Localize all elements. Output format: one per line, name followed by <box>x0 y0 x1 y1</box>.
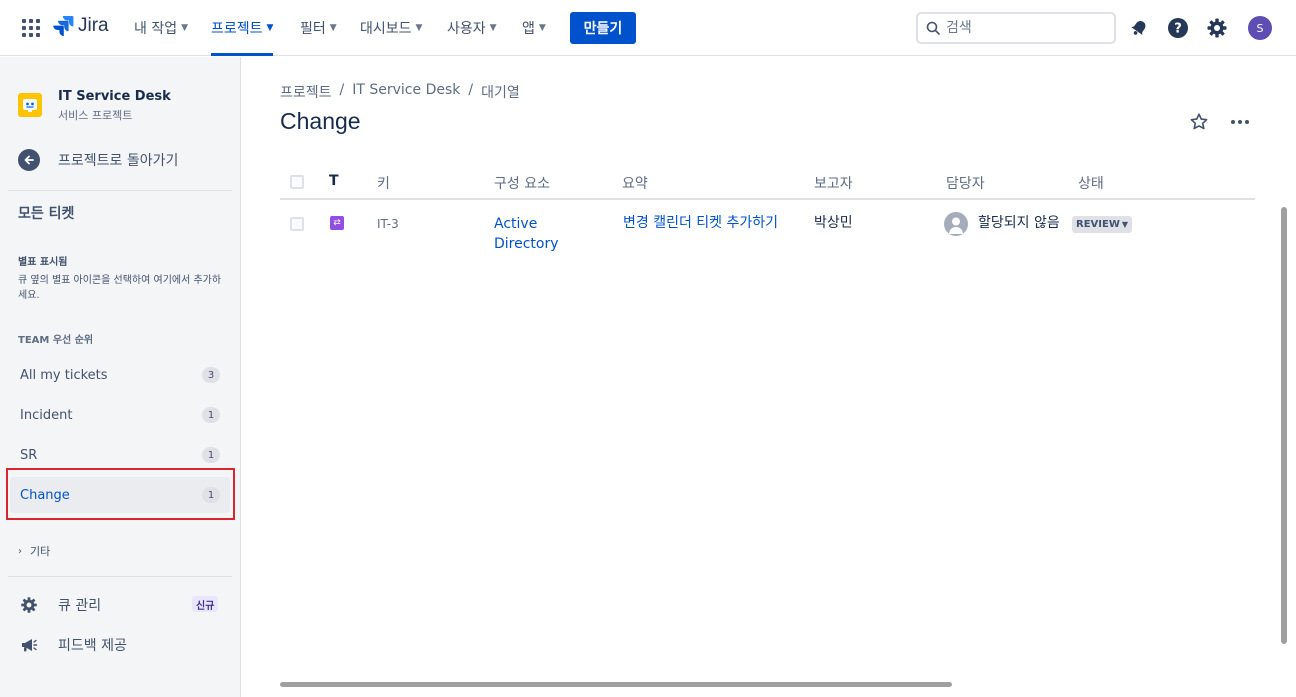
logo-text: Jira <box>78 15 109 36</box>
give-feedback-link[interactable]: 피드백 제공 <box>20 635 127 655</box>
nav-label: 내 작업 <box>134 21 178 37</box>
breadcrumb-project[interactable]: IT Service Desk <box>352 82 460 102</box>
select-all-checkbox[interactable] <box>290 175 304 189</box>
new-badge: 신규 <box>192 596 219 612</box>
project-type: 서비스 프로젝트 <box>58 109 133 122</box>
queue-count-badge: 1 <box>202 407 220 423</box>
all-tickets-link[interactable]: 모든 티켓 <box>18 203 74 223</box>
status-dropdown[interactable]: REVIEW ▼ <box>1072 216 1133 233</box>
breadcrumb-separator: / <box>468 82 474 98</box>
column-header-key[interactable]: 키 <box>377 173 390 193</box>
jira-logo[interactable]: Jira <box>52 15 109 37</box>
gear-icon <box>21 597 37 613</box>
apps-grid-icon[interactable] <box>22 19 40 37</box>
horizontal-scrollbar[interactable] <box>280 682 952 687</box>
nav-apps[interactable]: 앱 ▼ <box>522 0 546 56</box>
issue-component[interactable]: Active Directory <box>494 214 604 254</box>
nav-my-work[interactable]: 내 작업 ▼ <box>134 0 188 56</box>
queue-incident[interactable]: Incident 1 <box>10 397 230 433</box>
settings-gear-icon[interactable] <box>1205 16 1229 40</box>
more-actions-icon[interactable] <box>1228 110 1252 134</box>
column-header-type[interactable]: T <box>329 173 339 189</box>
column-header-reporter[interactable]: 보고자 <box>814 173 853 193</box>
nav-dashboards[interactable]: 대시보드 ▼ <box>360 0 422 56</box>
change-type-icon: ⇄ <box>330 216 344 230</box>
issue-key[interactable]: IT-3 <box>377 214 399 234</box>
manage-queues-label: 큐 관리 <box>58 598 102 614</box>
nav-label: 프로젝트 <box>211 21 263 37</box>
chevron-down-icon: ▼ <box>266 23 274 33</box>
nav-filters[interactable]: 필터 ▼ <box>300 0 337 56</box>
breadcrumb: 프로젝트 / IT Service Desk / 대기열 <box>280 82 520 102</box>
nav-label: 필터 <box>300 21 326 37</box>
queue-label: Incident <box>20 407 73 423</box>
nav-label: 대시보드 <box>360 21 412 37</box>
column-header-summary[interactable]: 요약 <box>622 173 648 193</box>
search-box[interactable] <box>916 12 1116 44</box>
search-input[interactable] <box>946 20 1096 36</box>
nav-projects[interactable]: 프로젝트 ▼ <box>211 0 274 56</box>
manage-queues-link[interactable]: 큐 관리 <box>20 595 101 615</box>
other-section-toggle[interactable]: › 기타 <box>18 543 50 559</box>
breadcrumb-separator: / <box>339 82 345 98</box>
column-header-component[interactable]: 구성 요소 <box>494 173 550 193</box>
star-icon[interactable] <box>1187 110 1211 134</box>
nav-label: 앱 <box>522 21 535 37</box>
user-avatar[interactable]: S <box>1248 16 1272 40</box>
notification-bell-icon[interactable] <box>1127 16 1151 40</box>
unassigned-avatar-icon <box>944 212 968 236</box>
queue-count-badge: 1 <box>202 447 220 463</box>
queue-label: All my tickets <box>20 367 108 383</box>
project-icon <box>18 93 42 117</box>
selection-highlight-box <box>6 468 235 520</box>
search-icon <box>926 21 940 35</box>
svg-text:?: ? <box>1174 22 1182 37</box>
breadcrumb-queues[interactable]: 대기열 <box>481 82 520 102</box>
row-checkbox[interactable] <box>290 217 304 231</box>
chevron-down-icon: ▼ <box>415 23 423 33</box>
back-to-projects-link[interactable]: 프로젝트로 돌아가기 <box>18 149 178 171</box>
queue-all-my-tickets[interactable]: All my tickets 3 <box>10 357 230 393</box>
table-header: T 키 구성 요소 요약 보고자 담당자 상태 <box>280 162 1255 200</box>
column-header-status[interactable]: 상태 <box>1078 173 1104 193</box>
page-title: Change <box>280 108 361 134</box>
chevron-down-icon: ▼ <box>1121 220 1129 229</box>
sidebar: IT Service Desk 서비스 프로젝트 프로젝트로 돌아가기 모든 티… <box>0 57 241 697</box>
chevron-down-icon: ▼ <box>489 23 497 33</box>
vertical-scrollbar[interactable] <box>1281 207 1287 644</box>
megaphone-icon <box>22 639 38 652</box>
column-header-assignee[interactable]: 담당자 <box>946 173 985 193</box>
chevron-down-icon: ▼ <box>181 23 189 33</box>
divider <box>8 576 232 577</box>
issue-summary[interactable]: 변경 캘린더 티켓 추가하기 <box>623 213 783 233</box>
nav-label: 사용자 <box>447 21 486 37</box>
divider <box>8 190 232 191</box>
status-label: REVIEW <box>1076 219 1120 230</box>
create-button[interactable]: 만들기 <box>570 12 636 44</box>
issue-assignee[interactable]: 할당되지 않음 <box>978 213 1060 233</box>
starred-section-description: 큐 옆의 별표 아이콘을 선택하여 여기에서 추가하세요. <box>18 275 222 301</box>
queue-label: SR <box>20 447 38 463</box>
nav-people[interactable]: 사용자 ▼ <box>447 0 497 56</box>
breadcrumb-projects[interactable]: 프로젝트 <box>280 82 332 102</box>
chevron-down-icon: ▼ <box>329 23 337 33</box>
project-name[interactable]: IT Service Desk <box>58 89 171 104</box>
queue-count-badge: 3 <box>202 367 220 383</box>
top-navigation: Jira 내 작업 ▼ 프로젝트 ▼ 필터 ▼ 대시보드 ▼ 사용자 ▼ 앱 ▼ 만들기 <box>0 0 1296 56</box>
feedback-label: 피드백 제공 <box>58 638 127 654</box>
team-priority-title: TEAM 우선 순위 <box>18 335 94 346</box>
help-icon[interactable]: ? <box>1166 16 1190 40</box>
arrow-left-icon <box>18 149 40 171</box>
jira-logo-icon <box>53 16 74 37</box>
starred-section-title: 별표 표시됨 <box>18 257 68 268</box>
chevron-right-icon: › <box>18 545 22 557</box>
back-label: 프로젝트로 돌아가기 <box>58 153 179 169</box>
chevron-down-icon: ▼ <box>538 23 546 33</box>
issue-reporter: 박상민 <box>814 215 853 231</box>
other-label: 기타 <box>30 545 51 558</box>
